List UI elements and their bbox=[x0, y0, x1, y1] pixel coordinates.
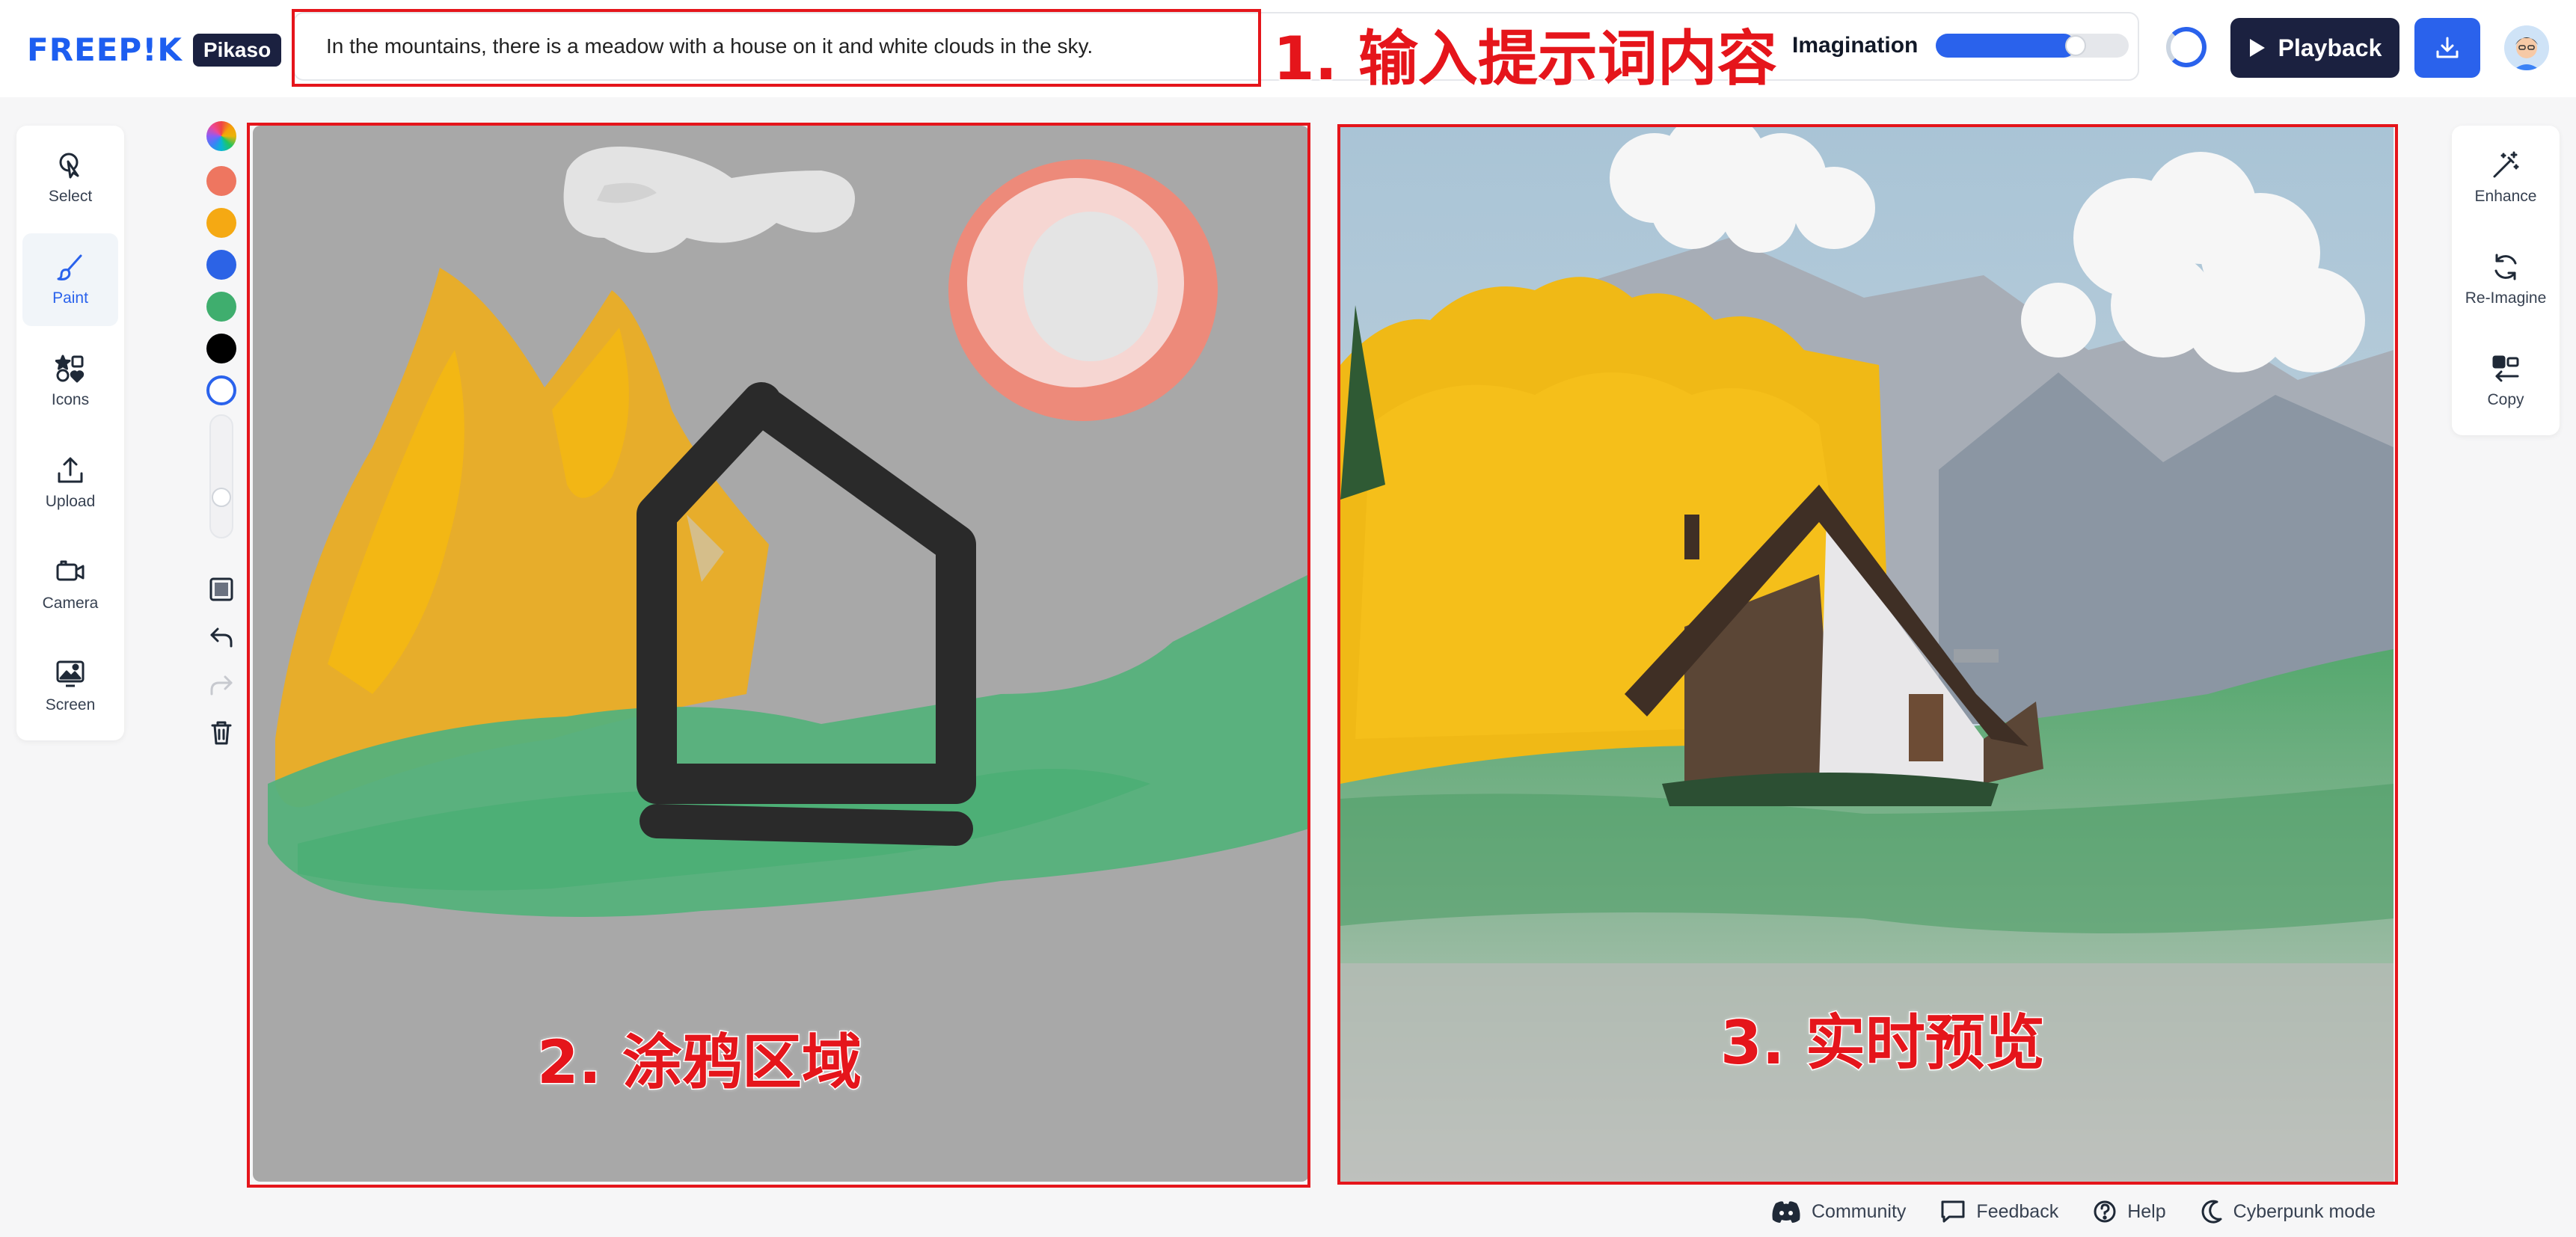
footer-link-label: Feedback bbox=[1976, 1200, 2059, 1222]
chat-icon bbox=[1941, 1200, 1965, 1223]
clear-canvas-button[interactable] bbox=[206, 718, 236, 748]
camera-icon bbox=[56, 560, 85, 581]
redo-icon bbox=[210, 675, 233, 696]
tool-reimagine[interactable]: Re-Imagine bbox=[2458, 233, 2554, 326]
color-swatch-black[interactable] bbox=[206, 334, 236, 363]
redo-button[interactable] bbox=[206, 670, 236, 700]
tool-copy[interactable]: Copy bbox=[2458, 335, 2554, 428]
undo-icon bbox=[210, 627, 233, 648]
color-swatch-orange[interactable] bbox=[206, 208, 236, 238]
screen-capture-icon bbox=[56, 660, 85, 687]
magic-wand-icon bbox=[2493, 151, 2519, 178]
logo-badge: Pikaso bbox=[192, 33, 282, 67]
download-icon bbox=[2436, 37, 2459, 58]
tool-screen[interactable]: Screen bbox=[22, 640, 118, 733]
annotation-box-prompt bbox=[292, 9, 1261, 87]
tool-label: Icons bbox=[51, 391, 90, 408]
shapes-icon bbox=[55, 354, 85, 383]
annotation-label-drawing-area: 2. 涂鸦区域 bbox=[536, 1027, 863, 1099]
background-fill-icon bbox=[209, 577, 233, 601]
tool-label: Select bbox=[48, 188, 93, 205]
playback-button[interactable]: Playback bbox=[2230, 18, 2399, 78]
tool-label: Upload bbox=[45, 493, 96, 510]
trash-icon bbox=[211, 721, 232, 745]
tool-label: Camera bbox=[42, 595, 99, 612]
discord-icon bbox=[1772, 1201, 1800, 1223]
user-avatar[interactable] bbox=[2504, 25, 2549, 70]
tool-paint[interactable]: Paint bbox=[22, 233, 118, 326]
tool-select[interactable]: Select bbox=[22, 132, 118, 224]
logo[interactable]: FREEP!K Pikaso bbox=[27, 31, 282, 68]
footer-link-cyberpunk-mode[interactable]: Cyberpunk mode bbox=[2201, 1200, 2376, 1224]
color-swatch-blue[interactable] bbox=[206, 250, 236, 280]
tool-upload[interactable]: Upload bbox=[22, 437, 118, 530]
help-circle-icon bbox=[2094, 1200, 2116, 1223]
brush-icon bbox=[57, 254, 82, 280]
annotation-label-prompt: 1. 输入提示词内容 bbox=[1272, 23, 1779, 95]
tool-camera[interactable]: Camera bbox=[22, 538, 118, 631]
imagination-control: Imagination bbox=[1792, 33, 2129, 58]
brush-size-slider[interactable] bbox=[209, 414, 233, 538]
undo-button[interactable] bbox=[206, 622, 236, 652]
tool-label: Copy bbox=[2487, 391, 2524, 408]
moon-icon bbox=[2201, 1200, 2222, 1224]
playback-label: Playback bbox=[2278, 34, 2382, 61]
color-swatch-green[interactable] bbox=[206, 292, 236, 322]
footer: Community Feedback Help Cyberpunk mode bbox=[1771, 1200, 2376, 1224]
footer-link-label: Cyberpunk mode bbox=[2233, 1200, 2376, 1222]
footer-link-community[interactable]: Community bbox=[1771, 1200, 1906, 1223]
play-icon bbox=[2249, 39, 2265, 57]
logo-wordmark: FREEP!K bbox=[27, 31, 183, 68]
right-toolbar: Enhance Re-Imagine Copy bbox=[2452, 126, 2560, 435]
imagination-slider[interactable] bbox=[1936, 34, 2129, 58]
color-swatch-white[interactable] bbox=[206, 375, 236, 405]
footer-link-help[interactable]: Help bbox=[2093, 1200, 2166, 1224]
loading-spinner-icon bbox=[2166, 27, 2207, 67]
tool-label: Screen bbox=[45, 696, 96, 713]
download-button[interactable] bbox=[2414, 18, 2480, 78]
tool-label: Enhance bbox=[2474, 188, 2537, 205]
upload-icon bbox=[58, 457, 83, 483]
annotation-label-preview: 3. 实时预览 bbox=[1720, 1007, 2046, 1079]
imagination-slider-thumb[interactable] bbox=[2065, 35, 2087, 56]
imagination-label: Imagination bbox=[1792, 33, 1919, 58]
color-swatch-red[interactable] bbox=[206, 166, 236, 196]
color-picker-rainbow[interactable] bbox=[206, 121, 236, 151]
tool-enhance[interactable]: Enhance bbox=[2458, 132, 2554, 224]
refresh-icon bbox=[2494, 254, 2517, 280]
tool-label: Paint bbox=[52, 289, 88, 307]
background-fill-button[interactable] bbox=[206, 574, 236, 604]
brush-size-thumb[interactable] bbox=[212, 488, 231, 507]
imagination-slider-fill bbox=[1936, 34, 2076, 58]
footer-link-label: Community bbox=[1812, 1200, 1907, 1222]
left-toolbar: Select Paint Icons Upload Camera Screen bbox=[16, 126, 124, 740]
footer-link-feedback[interactable]: Feedback bbox=[1940, 1200, 2058, 1224]
footer-link-label: Help bbox=[2127, 1200, 2166, 1222]
copy-icon bbox=[2492, 355, 2519, 382]
tool-icons[interactable]: Icons bbox=[22, 335, 118, 428]
tool-label: Re-Imagine bbox=[2465, 289, 2547, 307]
select-pointer-icon bbox=[59, 153, 79, 179]
